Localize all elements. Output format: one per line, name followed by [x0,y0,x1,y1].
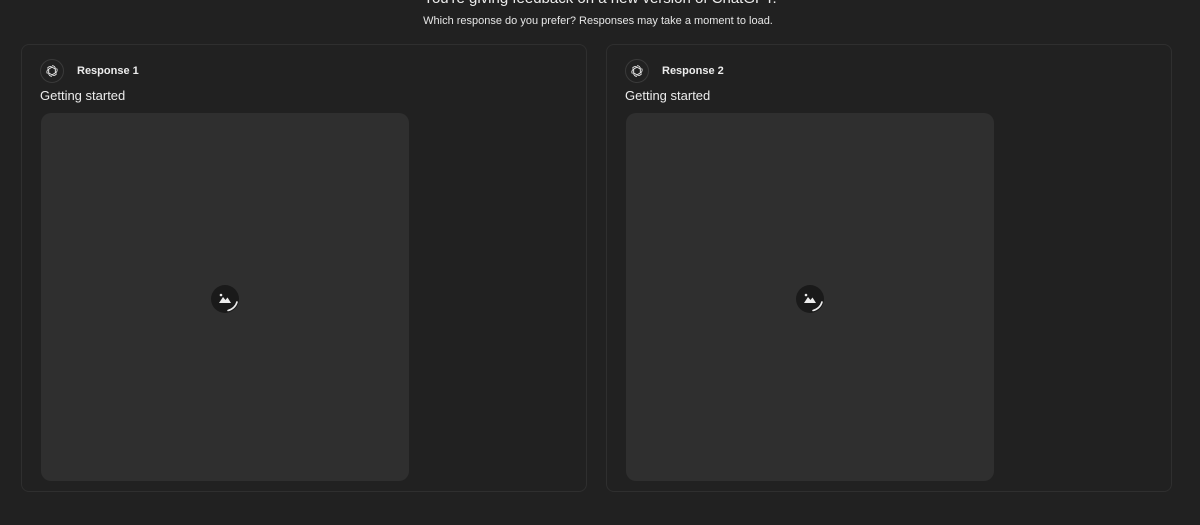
feedback-subtitle: Which response do you prefer? Responses … [423,15,773,27]
openai-logo-icon [625,59,649,83]
response-header: Response 1 [40,59,139,83]
response-panel-1[interactable]: Response 1 Getting started [21,44,587,492]
comparison-page: You're giving feedback on a new version … [0,0,1200,525]
openai-logo-icon [40,59,64,83]
image-placeholder [41,113,409,481]
generation-status: Getting started [40,88,126,103]
image-loading-icon [795,284,825,314]
image-loading-icon [210,284,240,314]
generation-status: Getting started [625,88,711,103]
response-header: Response 2 [625,59,724,83]
response-panel-2[interactable]: Response 2 Getting started [606,44,1172,492]
image-placeholder [626,113,994,481]
response-label: Response 1 [77,65,139,77]
feedback-title: You're giving feedback on a new version … [0,0,1200,8]
response-label: Response 2 [662,65,724,77]
